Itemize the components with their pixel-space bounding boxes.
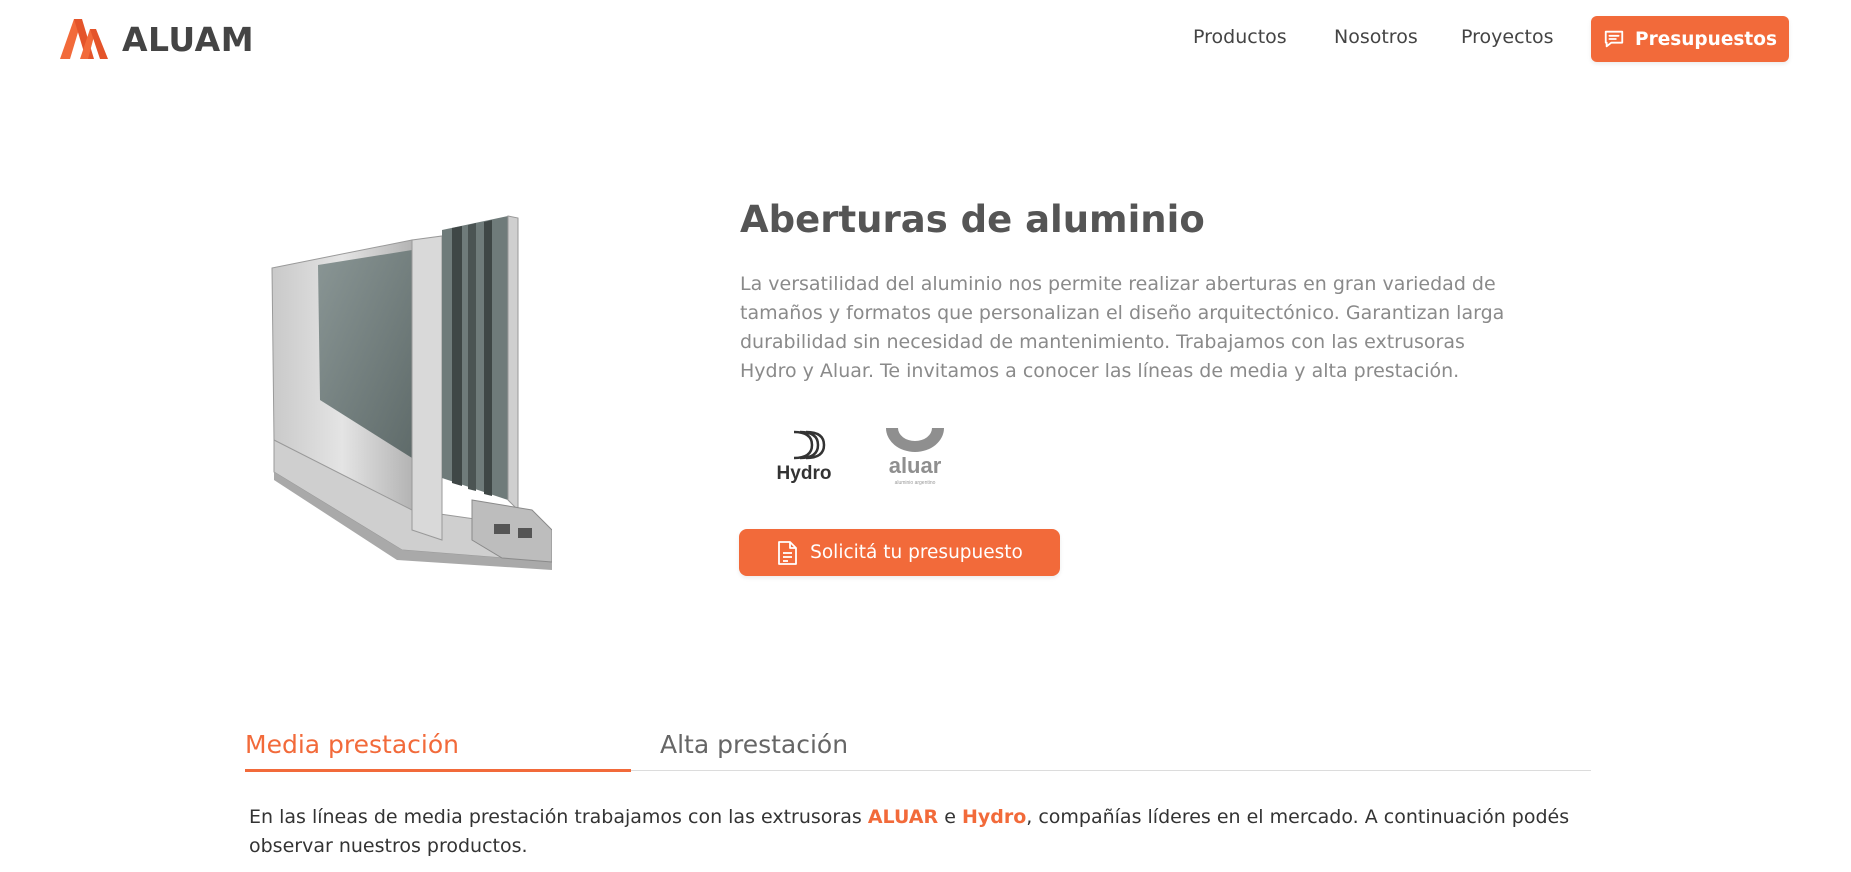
page-title: Aberturas de aluminio [740,198,1205,241]
hero-description: La versatilidad del aluminio nos permite… [740,273,1505,382]
tab-alta-prestacion[interactable]: Alta prestación [660,730,848,759]
presupuestos-button[interactable]: Presupuestos [1591,16,1789,62]
nav-item-proyectos[interactable]: Proyectos [1461,26,1554,48]
aluar-logo: aluar aluminio argentino [882,426,948,488]
tab-content-intro: En las líneas de media prestación trabaj… [249,806,868,828]
aluar-highlight: ALUAR [867,806,939,828]
site-header: ALUAM Productos Nosotros Proyectos Presu… [0,0,1851,78]
nav-item-nosotros[interactable]: Nosotros [1334,26,1418,48]
tab-media-prestacion[interactable]: Media prestación [245,730,459,759]
request-quote-label: Solicitá tu presupuesto [810,542,1023,563]
aluar-tagline: aluminio argentino [895,480,936,486]
presupuestos-label: Presupuestos [1635,28,1777,50]
brand-logo[interactable]: ALUAM [60,19,254,59]
tab-content-conjunction: e [938,806,962,828]
hydro-highlight: Hydro [961,806,1027,828]
aluam-logo-icon [60,19,108,59]
aluar-wordmark: aluar [889,453,942,478]
active-tab-indicator [245,769,631,772]
tab-content-text: En las líneas de media prestación trabaj… [249,803,1589,861]
brand-name: ALUAM [122,19,255,59]
hydro-wordmark: Hydro [777,463,832,484]
chat-icon [1603,28,1625,50]
document-icon [776,540,798,566]
request-quote-button[interactable]: Solicitá tu presupuesto [739,529,1060,576]
aluminum-window-image [262,210,553,580]
tab-bar: Media prestación Alta prestación [245,720,1591,772]
hydro-logo: Hydro [774,430,834,485]
nav-item-productos[interactable]: Productos [1193,26,1287,48]
